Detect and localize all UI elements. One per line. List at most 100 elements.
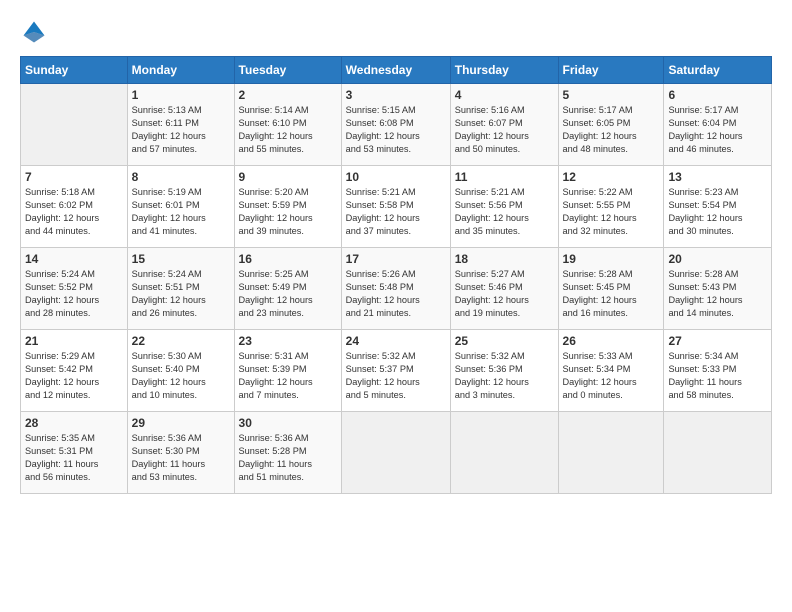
calendar-cell: 5 Sunrise: 5:17 AM Sunset: 6:05 PM Daylig… [558, 84, 664, 166]
day-info: Sunrise: 5:30 AM Sunset: 5:40 PM Dayligh… [132, 350, 230, 402]
logo-icon [20, 18, 48, 46]
day-info: Sunrise: 5:17 AM Sunset: 6:05 PM Dayligh… [563, 104, 660, 156]
day-info: Sunrise: 5:25 AM Sunset: 5:49 PM Dayligh… [239, 268, 337, 320]
calendar-cell [341, 412, 450, 494]
day-number: 5 [563, 88, 660, 102]
calendar-cell: 26 Sunrise: 5:33 AM Sunset: 5:34 PM Dayli… [558, 330, 664, 412]
calendar-table: SundayMondayTuesdayWednesdayThursdayFrid… [20, 56, 772, 494]
calendar-cell: 20 Sunrise: 5:28 AM Sunset: 5:43 PM Dayli… [664, 248, 772, 330]
calendar-cell: 1 Sunrise: 5:13 AM Sunset: 6:11 PM Daylig… [127, 84, 234, 166]
day-number: 3 [346, 88, 446, 102]
day-number: 17 [346, 252, 446, 266]
day-number: 13 [668, 170, 767, 184]
calendar-cell: 10 Sunrise: 5:21 AM Sunset: 5:58 PM Dayli… [341, 166, 450, 248]
calendar-cell [558, 412, 664, 494]
calendar-cell: 6 Sunrise: 5:17 AM Sunset: 6:04 PM Daylig… [664, 84, 772, 166]
calendar-cell: 14Sunrise: 5:24 AM Sunset: 5:52 PM Dayli… [21, 248, 128, 330]
day-info: Sunrise: 5:33 AM Sunset: 5:34 PM Dayligh… [563, 350, 660, 402]
header [20, 18, 772, 46]
calendar-cell: 28 Sunrise: 5:35 AM Sunset: 5:31 PM Dayli… [21, 412, 128, 494]
calendar-cell: 24Sunrise: 5:32 AM Sunset: 5:37 PM Dayli… [341, 330, 450, 412]
day-info: Sunrise: 5:24 AM Sunset: 5:51 PM Dayligh… [132, 268, 230, 320]
calendar-cell: 19 Sunrise: 5:28 AM Sunset: 5:45 PM Dayli… [558, 248, 664, 330]
page: SundayMondayTuesdayWednesdayThursdayFrid… [0, 0, 792, 612]
calendar-cell [664, 412, 772, 494]
calendar-cell: 23Sunrise: 5:31 AM Sunset: 5:39 PM Dayli… [234, 330, 341, 412]
day-info: Sunrise: 5:19 AM Sunset: 6:01 PM Dayligh… [132, 186, 230, 238]
day-number: 27 [668, 334, 767, 348]
day-info: Sunrise: 5:21 AM Sunset: 5:56 PM Dayligh… [455, 186, 554, 238]
day-header-monday: Monday [127, 57, 234, 84]
calendar-cell: 22 Sunrise: 5:30 AM Sunset: 5:40 PM Dayli… [127, 330, 234, 412]
logo [20, 18, 52, 46]
calendar-cell: 9 Sunrise: 5:20 AM Sunset: 5:59 PM Daylig… [234, 166, 341, 248]
week-row-4: 21Sunrise: 5:29 AM Sunset: 5:42 PM Dayli… [21, 330, 772, 412]
header-row: SundayMondayTuesdayWednesdayThursdayFrid… [21, 57, 772, 84]
day-number: 12 [563, 170, 660, 184]
day-number: 4 [455, 88, 554, 102]
day-info: Sunrise: 5:36 AM Sunset: 5:30 PM Dayligh… [132, 432, 230, 484]
day-info: Sunrise: 5:16 AM Sunset: 6:07 PM Dayligh… [455, 104, 554, 156]
day-number: 30 [239, 416, 337, 430]
day-number: 18 [455, 252, 554, 266]
day-info: Sunrise: 5:27 AM Sunset: 5:46 PM Dayligh… [455, 268, 554, 320]
day-info: Sunrise: 5:36 AM Sunset: 5:28 PM Dayligh… [239, 432, 337, 484]
day-info: Sunrise: 5:26 AM Sunset: 5:48 PM Dayligh… [346, 268, 446, 320]
calendar-cell: 25Sunrise: 5:32 AM Sunset: 5:36 PM Dayli… [450, 330, 558, 412]
day-number: 15 [132, 252, 230, 266]
day-number: 6 [668, 88, 767, 102]
day-header-saturday: Saturday [664, 57, 772, 84]
calendar-cell [450, 412, 558, 494]
week-row-5: 28 Sunrise: 5:35 AM Sunset: 5:31 PM Dayli… [21, 412, 772, 494]
day-header-thursday: Thursday [450, 57, 558, 84]
day-info: Sunrise: 5:28 AM Sunset: 5:45 PM Dayligh… [563, 268, 660, 320]
day-info: Sunrise: 5:18 AM Sunset: 6:02 PM Dayligh… [25, 186, 123, 238]
day-number: 23 [239, 334, 337, 348]
week-row-3: 14Sunrise: 5:24 AM Sunset: 5:52 PM Dayli… [21, 248, 772, 330]
week-row-2: 7 Sunrise: 5:18 AM Sunset: 6:02 PM Daylig… [21, 166, 772, 248]
calendar-cell: 27 Sunrise: 5:34 AM Sunset: 5:33 PM Dayli… [664, 330, 772, 412]
day-number: 9 [239, 170, 337, 184]
calendar-cell: 13 Sunrise: 5:23 AM Sunset: 5:54 PM Dayli… [664, 166, 772, 248]
day-number: 8 [132, 170, 230, 184]
day-number: 16 [239, 252, 337, 266]
day-number: 14 [25, 252, 123, 266]
day-info: Sunrise: 5:32 AM Sunset: 5:36 PM Dayligh… [455, 350, 554, 402]
day-info: Sunrise: 5:17 AM Sunset: 6:04 PM Dayligh… [668, 104, 767, 156]
day-number: 22 [132, 334, 230, 348]
day-number: 7 [25, 170, 123, 184]
calendar-cell: 17 Sunrise: 5:26 AM Sunset: 5:48 PM Dayli… [341, 248, 450, 330]
calendar-cell [21, 84, 128, 166]
calendar-cell: 15 Sunrise: 5:24 AM Sunset: 5:51 PM Dayli… [127, 248, 234, 330]
calendar-cell: 29 Sunrise: 5:36 AM Sunset: 5:30 PM Dayli… [127, 412, 234, 494]
day-info: Sunrise: 5:28 AM Sunset: 5:43 PM Dayligh… [668, 268, 767, 320]
day-info: Sunrise: 5:20 AM Sunset: 5:59 PM Dayligh… [239, 186, 337, 238]
day-number: 28 [25, 416, 123, 430]
calendar-cell: 30 Sunrise: 5:36 AM Sunset: 5:28 PM Dayli… [234, 412, 341, 494]
day-number: 20 [668, 252, 767, 266]
day-number: 10 [346, 170, 446, 184]
day-info: Sunrise: 5:23 AM Sunset: 5:54 PM Dayligh… [668, 186, 767, 238]
day-info: Sunrise: 5:29 AM Sunset: 5:42 PM Dayligh… [25, 350, 123, 402]
day-header-tuesday: Tuesday [234, 57, 341, 84]
day-number: 1 [132, 88, 230, 102]
day-info: Sunrise: 5:22 AM Sunset: 5:55 PM Dayligh… [563, 186, 660, 238]
calendar-cell: 12 Sunrise: 5:22 AM Sunset: 5:55 PM Dayli… [558, 166, 664, 248]
day-number: 26 [563, 334, 660, 348]
day-info: Sunrise: 5:15 AM Sunset: 6:08 PM Dayligh… [346, 104, 446, 156]
day-number: 29 [132, 416, 230, 430]
day-header-friday: Friday [558, 57, 664, 84]
day-info: Sunrise: 5:34 AM Sunset: 5:33 PM Dayligh… [668, 350, 767, 402]
calendar-cell: 16 Sunrise: 5:25 AM Sunset: 5:49 PM Dayli… [234, 248, 341, 330]
day-info: Sunrise: 5:13 AM Sunset: 6:11 PM Dayligh… [132, 104, 230, 156]
day-header-wednesday: Wednesday [341, 57, 450, 84]
day-info: Sunrise: 5:35 AM Sunset: 5:31 PM Dayligh… [25, 432, 123, 484]
calendar-cell: 21Sunrise: 5:29 AM Sunset: 5:42 PM Dayli… [21, 330, 128, 412]
day-info: Sunrise: 5:21 AM Sunset: 5:58 PM Dayligh… [346, 186, 446, 238]
calendar-cell: 3 Sunrise: 5:15 AM Sunset: 6:08 PM Daylig… [341, 84, 450, 166]
day-number: 19 [563, 252, 660, 266]
calendar-cell: 18 Sunrise: 5:27 AM Sunset: 5:46 PM Dayli… [450, 248, 558, 330]
calendar-cell: 8 Sunrise: 5:19 AM Sunset: 6:01 PM Daylig… [127, 166, 234, 248]
day-number: 24 [346, 334, 446, 348]
calendar-cell: 7 Sunrise: 5:18 AM Sunset: 6:02 PM Daylig… [21, 166, 128, 248]
